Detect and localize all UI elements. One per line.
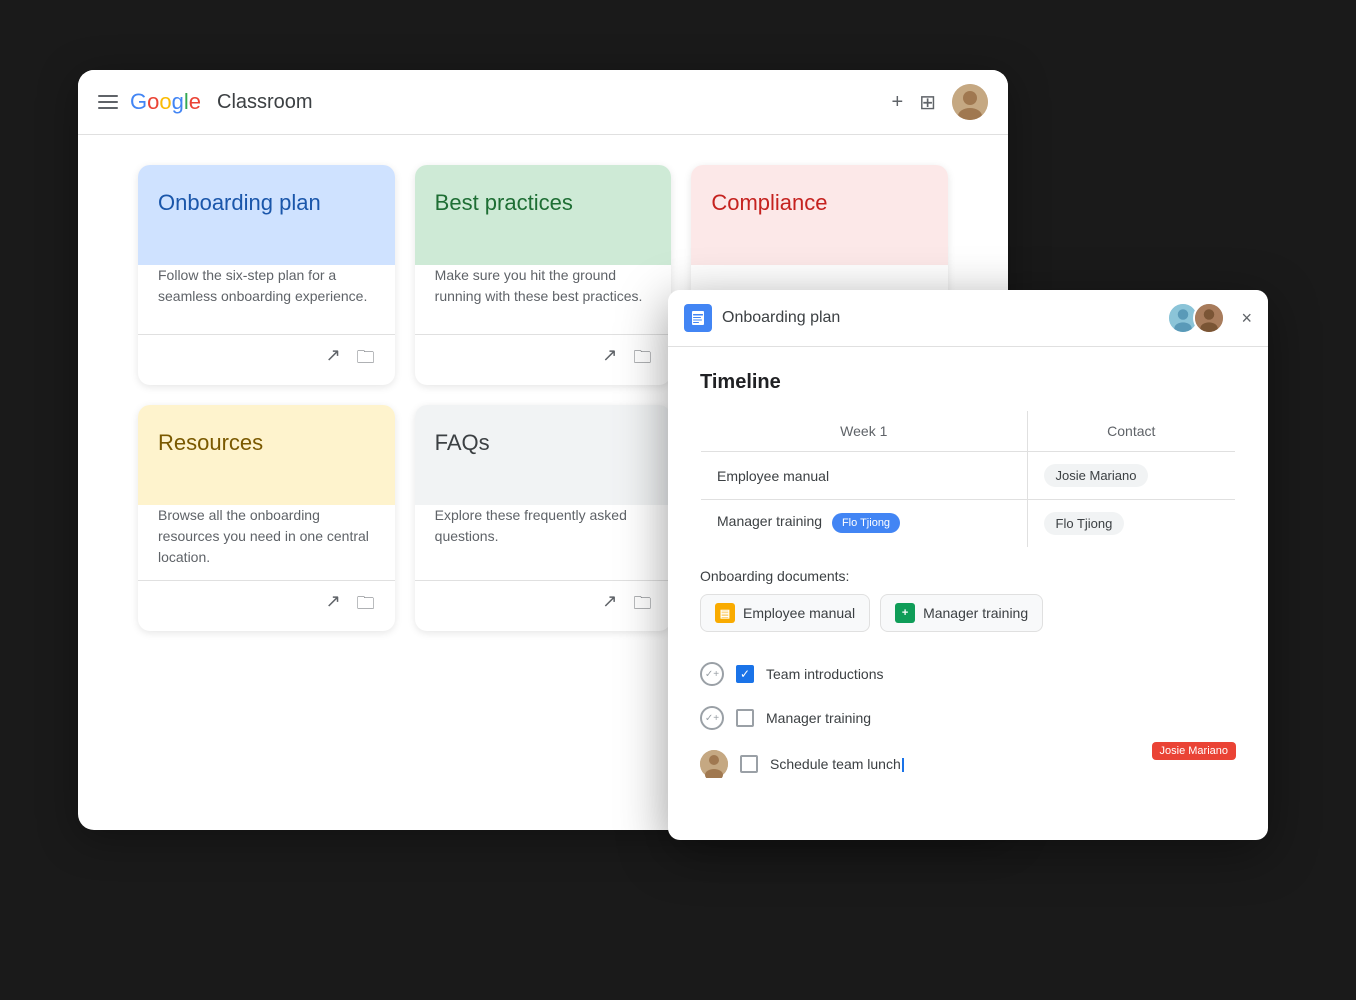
trending-icon-5[interactable]: ↗ xyxy=(602,591,617,621)
trending-icon-4[interactable]: ↗ xyxy=(326,591,341,621)
menu-icon[interactable] xyxy=(98,95,118,109)
chip-label-manager-training: Manager training xyxy=(923,605,1028,621)
table-header-week: Week 1 xyxy=(701,411,1028,452)
timeline-section-title: Timeline xyxy=(700,371,1236,394)
trending-icon[interactable]: ↗ xyxy=(326,345,341,375)
onboarding-docs-label: Onboarding documents: xyxy=(700,568,1236,584)
logo-g2: g xyxy=(172,89,184,115)
logo-g: G xyxy=(130,89,147,115)
checklist-text-team-intro: Team introductions xyxy=(766,666,884,682)
doc-window: Onboarding plan × Timeline xyxy=(668,290,1268,840)
grid-icon[interactable]: ⊞ xyxy=(919,90,936,115)
text-cursor xyxy=(902,758,904,772)
folder-icon[interactable]: 🗀 xyxy=(357,345,375,375)
card-faqs-body: Explore these frequently asked questions… xyxy=(415,505,672,580)
checkbox-team-intro[interactable]: ✓ xyxy=(736,665,754,683)
timeline-table: Week 1 Contact Employee manual Josie Mar… xyxy=(700,410,1236,548)
doc-header: Onboarding plan × xyxy=(668,290,1268,347)
doc-header-right: × xyxy=(1167,302,1252,334)
josie-avatar-tiny xyxy=(700,750,728,778)
doc-title: Onboarding plan xyxy=(722,309,840,327)
card-onboarding-body: Follow the six-step plan for a seamless … xyxy=(138,265,395,334)
logo-e: e xyxy=(189,89,201,115)
card-faqs-desc: Explore these frequently asked questions… xyxy=(435,505,652,547)
chip-label-employee-manual: Employee manual xyxy=(743,605,855,621)
card-compliance-title: Compliance xyxy=(711,189,928,218)
scene: Google Classroom + ⊞ On xyxy=(78,70,1278,930)
card-best-header: Best practices xyxy=(415,165,672,265)
checkbox-schedule-lunch[interactable] xyxy=(740,755,758,773)
card-resources-body: Browse all the onboarding resources you … xyxy=(138,505,395,580)
folder-icon-5[interactable]: 🗀 xyxy=(633,591,651,621)
checklist-text-schedule-lunch: Schedule team lunch xyxy=(770,756,904,772)
doc-content: Timeline Week 1 Contact Employee manual … xyxy=(668,347,1268,840)
card-onboarding-title: Onboarding plan xyxy=(158,189,375,218)
card-faqs-title: FAQs xyxy=(435,429,652,458)
card-faqs[interactable]: FAQs Explore these frequently asked ques… xyxy=(415,405,672,631)
card-best-body: Make sure you hit the ground running wit… xyxy=(415,265,672,334)
flo-tjiong-badge: Flo Tjiong xyxy=(832,513,900,533)
table-row: Employee manual Josie Mariano xyxy=(701,452,1236,500)
card-best-title: Best practices xyxy=(435,189,652,218)
card-faqs-footer: ↗ 🗀 xyxy=(415,580,672,631)
logo-o1: o xyxy=(147,89,159,115)
google-logo: Google xyxy=(130,89,201,115)
folder-icon-2[interactable]: 🗀 xyxy=(633,345,651,375)
folder-icon-4[interactable]: 🗀 xyxy=(357,591,375,621)
close-button[interactable]: × xyxy=(1241,308,1252,329)
user-avatar[interactable] xyxy=(952,84,988,120)
slides-icon: ▤ xyxy=(715,603,735,623)
contact-badge-josie: Josie Mariano xyxy=(1044,464,1149,487)
card-onboarding-footer: ↗ 🗀 xyxy=(138,334,395,385)
card-onboarding-plan[interactable]: Onboarding plan Follow the six-step plan… xyxy=(138,165,395,385)
header-right: + ⊞ xyxy=(892,84,988,120)
collaborator-avatar-2 xyxy=(1193,302,1225,334)
card-best-desc: Make sure you hit the ground running wit… xyxy=(435,265,652,307)
add-icon[interactable]: + xyxy=(892,91,904,114)
card-onboarding-desc: Follow the six-step plan for a seamless … xyxy=(158,265,375,307)
classroom-header: Google Classroom + ⊞ xyxy=(78,70,1008,135)
card-resources[interactable]: Resources Browse all the onboarding reso… xyxy=(138,405,395,631)
trending-icon-2[interactable]: ↗ xyxy=(602,345,617,375)
table-cell-contact-1: Flo Tjiong xyxy=(1027,500,1235,548)
table-header-contact: Contact xyxy=(1027,411,1235,452)
header-left: Google Classroom xyxy=(98,89,313,115)
collaborators-avatars xyxy=(1167,302,1225,334)
checklist-item-manager-training: ✓+ Manager training xyxy=(700,696,1236,740)
sheets-icon: + xyxy=(895,603,915,623)
card-resources-header: Resources xyxy=(138,405,395,505)
doc-type-icon xyxy=(684,304,712,332)
doc-chip-employee-manual[interactable]: ▤ Employee manual xyxy=(700,594,870,632)
app-name: Classroom xyxy=(217,91,313,114)
card-resources-title: Resources xyxy=(158,429,375,458)
card-resources-desc: Browse all the onboarding resources you … xyxy=(158,505,375,568)
doc-header-left: Onboarding plan xyxy=(684,304,840,332)
logo-o2: o xyxy=(159,89,171,115)
add-task-icon-1: ✓+ xyxy=(700,662,724,686)
card-best-practices[interactable]: Best practices Make sure you hit the gro… xyxy=(415,165,672,385)
card-resources-footer: ↗ 🗀 xyxy=(138,580,395,631)
doc-chips: ▤ Employee manual + Manager training xyxy=(700,594,1236,632)
add-task-icon-2: ✓+ xyxy=(700,706,724,730)
table-cell-item-0: Employee manual xyxy=(701,452,1028,500)
checklist-item-schedule-lunch: Schedule team lunch Josie Mariano xyxy=(700,740,1236,788)
checklist-text-manager-training: Manager training xyxy=(766,710,871,726)
table-cell-item-1: Manager training Flo Tjiong xyxy=(701,500,1028,548)
checkbox-manager-training[interactable] xyxy=(736,709,754,727)
contact-badge-flo: Flo Tjiong xyxy=(1044,512,1125,535)
doc-chip-manager-training[interactable]: + Manager training xyxy=(880,594,1043,632)
table-row: Manager training Flo Tjiong Flo Tjiong xyxy=(701,500,1236,548)
card-best-footer: ↗ 🗀 xyxy=(415,334,672,385)
card-compliance-header: Compliance xyxy=(691,165,948,265)
card-onboarding-header: Onboarding plan xyxy=(138,165,395,265)
table-cell-contact-0: Josie Mariano xyxy=(1027,452,1235,500)
checklist-item-team-intro: ✓+ ✓ Team introductions xyxy=(700,652,1236,696)
card-faqs-header: FAQs xyxy=(415,405,672,505)
josie-mariano-badge: Josie Mariano xyxy=(1152,742,1236,760)
